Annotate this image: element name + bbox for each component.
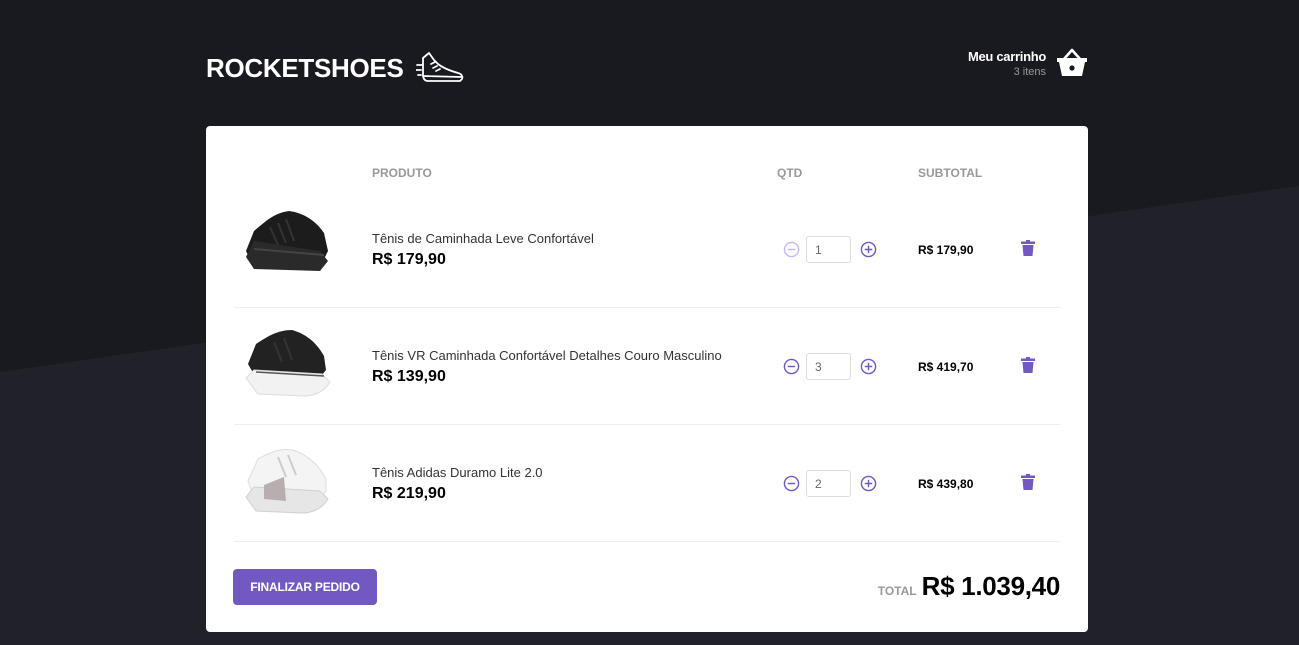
logo-link[interactable]: ROCKETSHOES xyxy=(206,40,466,96)
decrement-button[interactable] xyxy=(782,358,800,376)
product-price: R$ 219,90 xyxy=(372,485,446,502)
order-total: TOTAL R$ 1.039,40 xyxy=(877,571,1061,602)
product-title: Tênis VR Caminhada Confortável Detalhes … xyxy=(372,348,722,363)
product-title: Tênis de Caminhada Leve Confortável xyxy=(372,231,594,246)
total-value: R$ 1.039,40 xyxy=(921,571,1061,601)
finish-order-button[interactable]: FINALIZAR PEDIDO xyxy=(233,569,377,605)
total-label: TOTAL xyxy=(877,584,917,598)
trash-icon xyxy=(1021,357,1035,373)
product-image xyxy=(234,191,344,307)
header: ROCKETSHOES Meu carrinho 3 itens xyxy=(206,40,1088,96)
column-header-subtotal: SUBTOTAL xyxy=(918,166,983,180)
cart-title: Meu carrinho xyxy=(967,48,1046,64)
delete-item-button[interactable] xyxy=(1021,240,1035,256)
trash-icon xyxy=(1021,474,1035,490)
plus-circle-icon xyxy=(860,475,876,492)
quantity-stepper xyxy=(782,470,877,497)
cart-item-row: Tênis de Caminhada Leve Confortável R$ 1… xyxy=(234,191,1060,308)
column-header-product: PRODUTO xyxy=(372,166,432,180)
minus-circle-icon xyxy=(783,475,799,492)
increment-button[interactable] xyxy=(859,358,877,376)
product-price: R$ 179,90 xyxy=(372,251,446,268)
item-subtotal: R$ 439,80 xyxy=(918,477,974,491)
cart-item-row: Tênis Adidas Duramo Lite 2.0 R$ 219,90 R… xyxy=(234,425,1060,542)
quantity-stepper xyxy=(782,236,877,263)
cart-summary: Meu carrinho 3 itens xyxy=(968,49,1046,78)
product-price: R$ 139,90 xyxy=(372,368,446,385)
increment-button[interactable] xyxy=(859,475,877,493)
trash-icon xyxy=(1021,240,1035,256)
cart-item-row: Tênis VR Caminhada Confortável Detalhes … xyxy=(234,308,1060,425)
delete-item-button[interactable] xyxy=(1021,474,1035,490)
cart-panel: PRODUTO QTD SUBTOTAL Tênis de Caminhada … xyxy=(206,126,1088,632)
item-subtotal: R$ 419,70 xyxy=(918,360,974,374)
cart-count: 3 itens xyxy=(1013,65,1046,78)
column-header-qty: QTD xyxy=(777,166,803,180)
plus-circle-icon xyxy=(860,358,876,375)
page-container: ROCKETSHOES Meu carrinho 3 itens PRODUTO… xyxy=(206,0,1088,645)
plus-circle-icon xyxy=(860,241,876,258)
increment-button[interactable] xyxy=(859,241,877,259)
quantity-input[interactable] xyxy=(806,470,851,497)
cart-link[interactable]: Meu carrinho 3 itens xyxy=(968,48,1088,78)
minus-circle-icon xyxy=(783,358,799,375)
decrement-button[interactable] xyxy=(782,475,800,493)
product-image xyxy=(234,308,344,424)
minus-circle-icon xyxy=(783,241,799,258)
product-title: Tênis Adidas Duramo Lite 2.0 xyxy=(372,465,543,480)
quantity-input[interactable] xyxy=(806,353,851,380)
brand-name: ROCKETSHOES xyxy=(206,52,404,83)
delete-item-button[interactable] xyxy=(1021,357,1035,373)
quantity-input[interactable] xyxy=(806,236,851,263)
basket-icon xyxy=(1057,48,1087,76)
product-image xyxy=(234,425,344,541)
running-shoe-icon xyxy=(415,52,463,82)
quantity-stepper xyxy=(782,353,877,380)
decrement-button[interactable] xyxy=(782,241,800,259)
item-subtotal: R$ 179,90 xyxy=(918,243,974,257)
